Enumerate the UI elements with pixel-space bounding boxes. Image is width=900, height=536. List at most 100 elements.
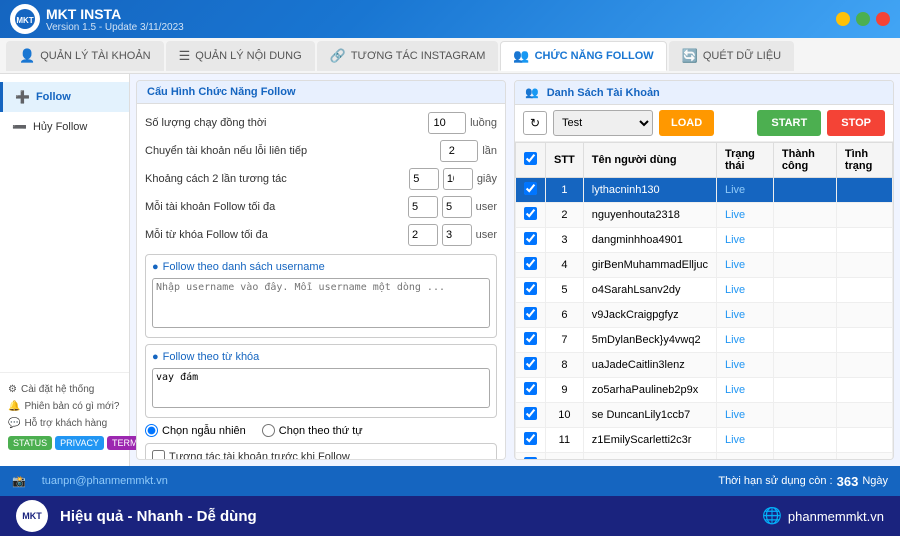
sidebar-item-follow[interactable]: ➕ Follow bbox=[0, 82, 129, 112]
keyword-max-input2[interactable] bbox=[442, 224, 472, 246]
row-checkbox[interactable] bbox=[524, 432, 537, 445]
table-row[interactable]: 4girBenMuhammadElljucLive bbox=[516, 253, 893, 278]
row-checkbox-cell bbox=[516, 378, 546, 403]
row-checkbox-cell bbox=[516, 203, 546, 228]
row-checkbox-cell bbox=[516, 278, 546, 303]
table-row[interactable]: 10se DuncanLily1ccb7Live bbox=[516, 403, 893, 428]
days-label: Thời hạn sử dụng còn : bbox=[718, 475, 832, 487]
row-status: Live bbox=[716, 203, 773, 228]
sidebar-bottom: ⚙ Cài đặt hệ thống 🔔 Phiên bản có gì mới… bbox=[0, 372, 129, 458]
row-checkbox-cell bbox=[516, 228, 546, 253]
row-checkbox-cell bbox=[516, 453, 546, 460]
footer-website: 🌐 phanmemmkt.vn bbox=[762, 506, 884, 526]
stop-button[interactable]: STOP bbox=[827, 110, 885, 136]
account-select[interactable]: Test bbox=[553, 110, 653, 136]
table-row[interactable]: 8uaJadeCaitlin3lenzLive bbox=[516, 353, 893, 378]
days-unit: Ngày bbox=[862, 475, 888, 487]
header-state: Tình trạng bbox=[836, 143, 892, 178]
support-link[interactable]: 💬 Hỗ trợ khách hàng bbox=[8, 415, 121, 432]
select-all-checkbox[interactable] bbox=[524, 152, 537, 165]
table-row[interactable]: 12s3HelenaHarryrna774Live bbox=[516, 453, 893, 460]
table-row[interactable]: 9zo5arhaPaulineb2p9xLive bbox=[516, 378, 893, 403]
row-checkbox[interactable] bbox=[524, 357, 537, 370]
table-row[interactable]: 75mDylanBeck}y4vwq2Live bbox=[516, 328, 893, 353]
radio-random[interactable]: Chọn ngẫu nhiên bbox=[145, 424, 246, 437]
row-checkbox[interactable] bbox=[524, 282, 537, 295]
table-row[interactable]: 11z1EmilyScarletti2c3rLive bbox=[516, 428, 893, 453]
follow-username-title[interactable]: ● Follow theo danh sách username bbox=[152, 261, 490, 273]
interaction-checkbox[interactable] bbox=[152, 450, 165, 460]
maximize-button[interactable] bbox=[856, 12, 870, 26]
luong-input[interactable] bbox=[428, 112, 466, 134]
table-row[interactable]: 2nguyenhouta2318Live bbox=[516, 203, 893, 228]
follow-max-input1[interactable] bbox=[408, 196, 438, 218]
row-state bbox=[836, 178, 892, 203]
header-success: Thành công bbox=[773, 143, 836, 178]
row-stt: 9 bbox=[546, 378, 584, 403]
sidebar-item-huy-follow[interactable]: ➖ Hủy Follow bbox=[0, 112, 129, 142]
privacy-tag[interactable]: PRIVACY bbox=[55, 436, 104, 450]
row-success bbox=[773, 303, 836, 328]
status-tag[interactable]: STATUS bbox=[8, 436, 52, 450]
table-row[interactable]: 1lythacninh130Live bbox=[516, 178, 893, 203]
account-table: STT Tên người dùng Trạng thái Thành công… bbox=[515, 142, 893, 459]
keyword-textarea[interactable]: vay đám bbox=[152, 368, 490, 408]
row-checkbox[interactable] bbox=[524, 382, 537, 395]
config-panel: Cấu Hình Chức Năng Follow Số lượng chạy … bbox=[136, 80, 506, 460]
row-username: se DuncanLily1ccb7 bbox=[583, 403, 716, 428]
follow-keyword-title[interactable]: ● Follow theo từ khóa bbox=[152, 351, 490, 363]
refresh-button[interactable]: ↻ bbox=[523, 111, 547, 135]
status-bar: 📸 tuanpn@phanmemmkt.vn Thời hạn sử dụng … bbox=[0, 466, 900, 496]
content-area: Cấu Hình Chức Năng Follow Số lượng chạy … bbox=[130, 74, 900, 466]
footer-logo-text: MKT bbox=[22, 511, 42, 521]
khoang-cach-input2[interactable] bbox=[443, 168, 473, 190]
khoang-cach-label: Khoảng cách 2 lần tương tác bbox=[145, 173, 405, 185]
loi-input[interactable] bbox=[440, 140, 478, 162]
whats-new-link[interactable]: 🔔 Phiên bản có gì mới? bbox=[8, 398, 121, 415]
row-checkbox[interactable] bbox=[524, 332, 537, 345]
row-checkbox-cell bbox=[516, 428, 546, 453]
radio-order[interactable]: Chọn theo thứ tự bbox=[262, 424, 363, 437]
settings-link[interactable]: ⚙ Cài đặt hệ thống bbox=[8, 381, 121, 398]
scan-icon: 🔄 bbox=[682, 48, 698, 64]
row-checkbox[interactable] bbox=[524, 182, 537, 195]
row-success bbox=[773, 378, 836, 403]
row-checkbox[interactable] bbox=[524, 307, 537, 320]
table-row[interactable]: 6v9JackCraigpgfyzLive bbox=[516, 303, 893, 328]
row-stt: 11 bbox=[546, 428, 584, 453]
ig-icon: 📸 bbox=[12, 475, 26, 488]
row-state bbox=[836, 403, 892, 428]
tab-quan-ly-tai-khoan[interactable]: 👤 QUẢN LÝ TÀI KHOẢN bbox=[6, 41, 164, 71]
footer: MKT Hiệu quả - Nhanh - Dễ dùng 🌐 phanmem… bbox=[0, 496, 900, 536]
row-checkbox[interactable] bbox=[524, 407, 537, 420]
keyword-max-input1[interactable] bbox=[408, 224, 438, 246]
row-checkbox[interactable] bbox=[524, 457, 537, 459]
khoang-cach-input1[interactable] bbox=[409, 168, 439, 190]
start-button[interactable]: START bbox=[757, 110, 821, 136]
row-checkbox[interactable] bbox=[524, 232, 537, 245]
row-state bbox=[836, 328, 892, 353]
row-checkbox[interactable] bbox=[524, 207, 537, 220]
tab-quet-du-lieu[interactable]: 🔄 QUÉT DỮ LIỆU bbox=[669, 41, 794, 71]
minimize-button[interactable] bbox=[836, 12, 850, 26]
tab-quan-ly-noi-dung[interactable]: ☰ QUẢN LÝ NỘI DUNG bbox=[166, 41, 315, 71]
table-row[interactable]: 5o4SarahLsanv2dyLive bbox=[516, 278, 893, 303]
tab-tuong-tac-instagram[interactable]: 🔗 TƯƠNG TÁC INSTAGRAM bbox=[317, 41, 499, 71]
row-username: v9JackCraigpgfyz bbox=[583, 303, 716, 328]
follow-max-input2[interactable] bbox=[442, 196, 472, 218]
row-state bbox=[836, 428, 892, 453]
follow-username-section: ● Follow theo danh sách username bbox=[145, 254, 497, 338]
close-button[interactable] bbox=[876, 12, 890, 26]
row-checkbox-cell bbox=[516, 303, 546, 328]
app-title: MKT INSTA bbox=[46, 6, 184, 22]
table-row[interactable]: 3dangminhhoa4901Live bbox=[516, 228, 893, 253]
load-button[interactable]: LOAD bbox=[659, 110, 714, 136]
days-left: Thời hạn sử dụng còn : 363 Ngày bbox=[718, 474, 888, 489]
loi-label: Chuyển tài khoản nếu lỗi liên tiếp bbox=[145, 145, 436, 157]
tab-chuc-nang-follow[interactable]: 👥 CHỨC NĂNG FOLLOW bbox=[500, 41, 666, 71]
username-textarea[interactable] bbox=[152, 278, 490, 328]
row-checkbox-cell bbox=[516, 178, 546, 203]
row-state bbox=[836, 228, 892, 253]
row-checkbox[interactable] bbox=[524, 257, 537, 270]
row-success bbox=[773, 253, 836, 278]
